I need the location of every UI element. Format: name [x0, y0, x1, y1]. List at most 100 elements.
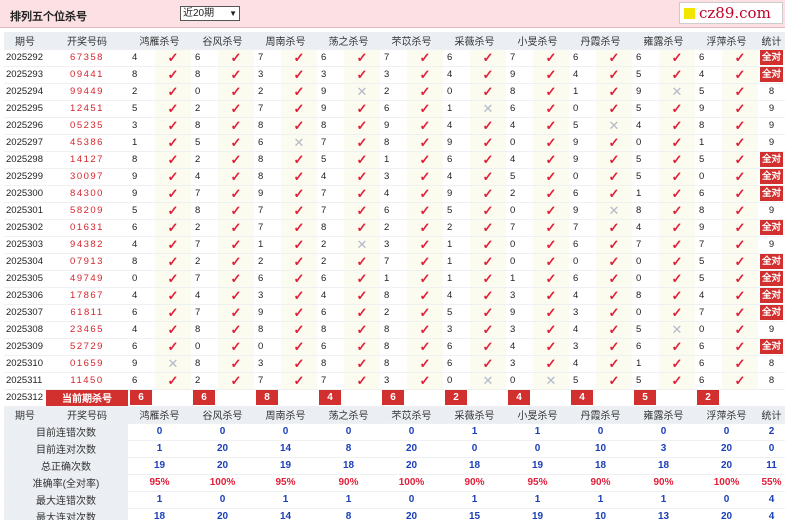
result-cell: ✓ — [659, 100, 695, 118]
check-icon: ✓ — [293, 202, 305, 218]
table-row: 2025311 11450 6 ✓ 2 ✓ 7 ✓ 7 ✓ 3 ✓ 0 ✕ 0 ✕ 5 ✓ 5 ✓ 6 ✓ 8 — [4, 372, 785, 390]
draw-code: 14127 — [46, 151, 128, 169]
kill-value: 7 — [380, 49, 407, 67]
stats-value: 90% — [569, 474, 632, 492]
result-cell: ✓ — [344, 338, 380, 356]
kill-value: 6 — [506, 100, 533, 118]
check-icon: ✓ — [356, 100, 368, 116]
result-cell: ✓ — [722, 66, 758, 84]
kill-value: 8 — [254, 321, 281, 339]
stats-total: 2 — [758, 423, 785, 441]
result-cell: ✓ — [659, 355, 695, 373]
current-kill-value: 4 — [508, 390, 530, 405]
result-cell: ✓ — [722, 168, 758, 186]
check-icon: ✓ — [230, 66, 242, 82]
check-icon: ✓ — [230, 270, 242, 286]
header-code: 开奖号码 — [46, 32, 128, 50]
current-kill-cell: 6 — [191, 389, 254, 407]
kill-value: 6 — [695, 185, 722, 203]
kill-value: 3 — [506, 321, 533, 339]
period-number: 2025308 — [4, 321, 46, 339]
kill-value: 7 — [317, 185, 344, 203]
stats-value: 1 — [632, 491, 695, 509]
kill-value: 4 — [380, 185, 407, 203]
kill-value: 9 — [695, 100, 722, 118]
check-icon: ✓ — [230, 253, 242, 269]
check-icon: ✓ — [671, 134, 683, 150]
result-cell: ✓ — [407, 100, 443, 118]
period-number: 2025294 — [4, 83, 46, 101]
result-cell: ✓ — [407, 83, 443, 101]
total-cell: 9 — [758, 236, 785, 254]
result-cell: ✓ — [596, 236, 632, 254]
result-cell: ✓ — [659, 270, 695, 288]
period-select[interactable]: 近20期 ▼ — [180, 6, 240, 21]
header-total: 统计 — [758, 406, 785, 424]
check-icon: ✓ — [356, 338, 368, 354]
table-row: 2025306 17867 4 ✓ 4 ✓ 3 ✓ 4 ✓ 8 ✓ 4 ✓ 3 ✓ 4 ✓ 8 ✓ 4 ✓ 全对 — [4, 287, 785, 305]
header-method-5: 芣苡杀号 — [380, 406, 443, 424]
kill-value: 0 — [695, 168, 722, 186]
kill-value: 0 — [569, 253, 596, 271]
check-icon: ✓ — [734, 253, 746, 269]
check-icon: ✓ — [356, 219, 368, 235]
kill-value: 0 — [191, 338, 218, 356]
period-number: 2025300 — [4, 185, 46, 203]
stats-value: 1 — [443, 491, 506, 509]
result-cell: ✓ — [344, 219, 380, 237]
check-icon: ✓ — [230, 202, 242, 218]
check-icon: ✓ — [230, 185, 242, 201]
kill-value: 4 — [569, 287, 596, 305]
stats-value: 15 — [443, 508, 506, 520]
header-method-3: 周南杀号 — [254, 406, 317, 424]
kill-value: 8 — [317, 355, 344, 373]
result-cell: ✓ — [155, 168, 191, 186]
result-cell: ✓ — [533, 321, 569, 339]
site-logo[interactable]: cz89.com — [679, 2, 783, 24]
table-row: 2025295 12451 5 ✓ 2 ✓ 7 ✓ 9 ✓ 6 ✓ 1 ✕ 6 ✓ 0 ✓ 5 ✓ 9 ✓ 9 — [4, 100, 785, 118]
kill-value: 3 — [506, 287, 533, 305]
header-code: 开奖号码 — [46, 406, 128, 424]
check-icon: ✓ — [671, 372, 683, 388]
all-correct-badge: 全对 — [759, 67, 783, 82]
draw-code: 45386 — [46, 134, 128, 152]
kill-value: 5 — [506, 168, 533, 186]
kill-value: 2 — [191, 151, 218, 169]
check-icon: ✓ — [356, 151, 368, 167]
kill-value: 6 — [317, 304, 344, 322]
check-icon: ✓ — [545, 134, 557, 150]
kill-value: 7 — [695, 236, 722, 254]
check-icon: ✓ — [671, 117, 683, 133]
kill-value: 8 — [695, 117, 722, 135]
kill-value: 6 — [569, 236, 596, 254]
total-cell: 全对 — [758, 338, 785, 356]
check-icon: ✓ — [167, 117, 179, 133]
kill-value: 6 — [380, 100, 407, 118]
table-row: 2025303 94382 4 ✓ 7 ✓ 1 ✓ 2 ✕ 3 ✓ 1 ✓ 0 ✓ 6 ✓ 7 ✓ 7 ✓ 9 — [4, 236, 785, 254]
check-icon: ✓ — [167, 219, 179, 235]
current-kill-cell: 6 — [380, 389, 443, 407]
check-icon: ✓ — [419, 253, 431, 269]
table-row: 2025293 09441 8 ✓ 8 ✓ 3 ✓ 3 ✓ 3 ✓ 4 ✓ 9 ✓ 4 ✓ 5 ✓ 4 ✓ 全对 — [4, 66, 785, 84]
check-icon: ✓ — [356, 372, 368, 388]
stats-label: 最大连对次数 — [4, 508, 128, 520]
kill-value: 8 — [191, 355, 218, 373]
draw-code: 84300 — [46, 185, 128, 203]
check-icon: ✓ — [293, 270, 305, 286]
header-total: 统计 — [758, 32, 785, 50]
draw-code: 58209 — [46, 202, 128, 220]
stats-value: 0 — [191, 491, 254, 509]
draw-code: 11450 — [46, 372, 128, 390]
result-cell: ✓ — [470, 117, 506, 135]
draw-code: 09441 — [46, 66, 128, 84]
current-kill-value: 6 — [130, 390, 152, 405]
result-cell: ✓ — [722, 236, 758, 254]
table-row: 2025300 84300 9 ✓ 7 ✓ 9 ✓ 7 ✓ 4 ✓ 9 ✓ 2 ✓ 6 ✓ 1 ✓ 6 ✓ 全对 — [4, 185, 785, 203]
result-cell: ✓ — [344, 117, 380, 135]
check-icon: ✓ — [230, 151, 242, 167]
result-cell: ✓ — [155, 202, 191, 220]
total-count: 9 — [768, 239, 775, 250]
result-cell: ✓ — [407, 168, 443, 186]
draw-code: 01659 — [46, 355, 128, 373]
kill-value: 7 — [569, 219, 596, 237]
